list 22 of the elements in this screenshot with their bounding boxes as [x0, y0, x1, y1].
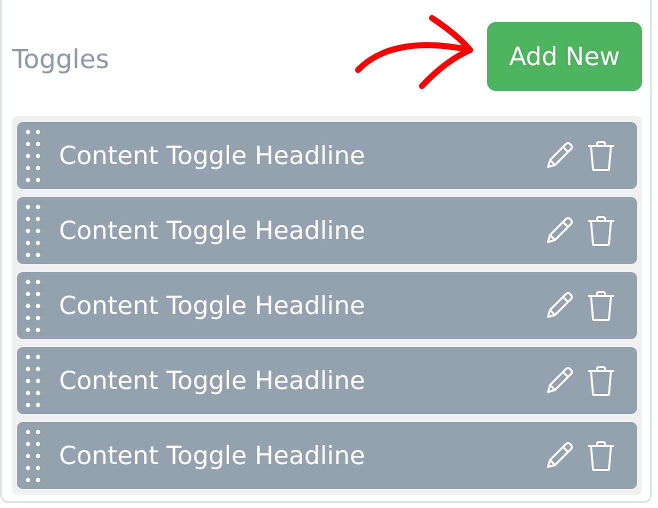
- trash-icon[interactable]: [585, 290, 617, 322]
- toggle-headline: Content Toggle Headline: [59, 441, 366, 470]
- drag-handle-icon[interactable]: [25, 428, 41, 482]
- drag-handle-icon[interactable]: [25, 204, 41, 258]
- toggle-row[interactable]: Content Toggle Headline: [17, 272, 637, 339]
- toggle-row[interactable]: Content Toggle Headline: [17, 122, 637, 189]
- section-title: Toggles: [12, 44, 110, 74]
- toggle-row[interactable]: Content Toggle Headline: [17, 422, 637, 489]
- toggle-row[interactable]: Content Toggle Headline: [17, 197, 637, 264]
- drag-handle-icon[interactable]: [25, 354, 41, 408]
- toggle-headline: Content Toggle Headline: [59, 216, 366, 245]
- toggle-row[interactable]: Content Toggle Headline: [17, 347, 637, 414]
- trash-icon[interactable]: [585, 440, 617, 472]
- toggle-headline: Content Toggle Headline: [59, 366, 366, 395]
- trash-icon[interactable]: [585, 214, 617, 246]
- toggle-headline: Content Toggle Headline: [59, 291, 366, 320]
- toggle-headline: Content Toggle Headline: [59, 141, 366, 170]
- add-new-button[interactable]: Add New: [487, 22, 642, 91]
- trash-icon[interactable]: [585, 364, 617, 396]
- drag-handle-icon[interactable]: [25, 128, 41, 182]
- drag-handle-icon[interactable]: [25, 278, 41, 332]
- trash-icon[interactable]: [585, 140, 617, 172]
